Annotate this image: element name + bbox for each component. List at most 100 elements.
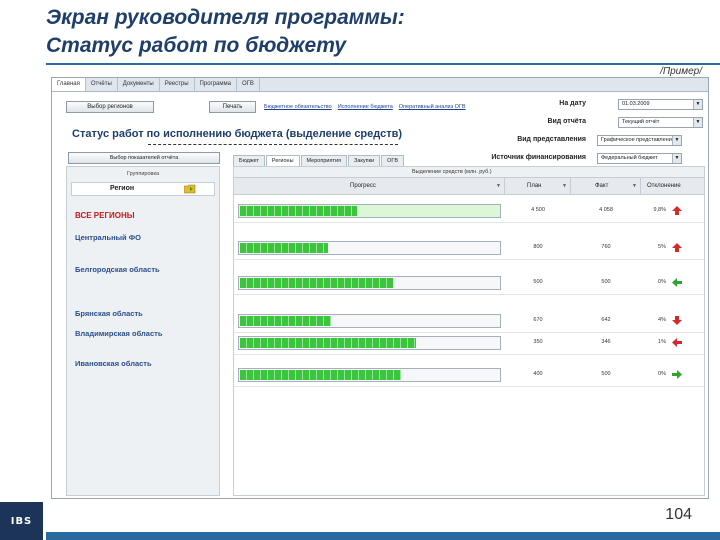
main-tab-bar: Главная Отчёты Документы Реестры Программа ОГ… [52,78,708,92]
table-row[interactable]: 800 760 5% [234,236,704,260]
budget-grid: Выделение средств (млн. руб.) Прогресс ▼ … [233,166,705,496]
plan-value: 4 500 [531,207,545,213]
fact-value: 500 [601,371,611,377]
region-column-header: Регион [71,182,215,196]
chevron-down-icon: ▼ [672,154,681,163]
main-tab[interactable]: ОГВ [237,78,260,91]
chevron-down-icon: ▼ [693,118,702,127]
trend-down-arrow-icon [672,316,682,325]
progress-bar-fill [240,338,416,348]
deviation-value: 0% [658,279,666,285]
fact-value: 760 [601,244,611,250]
example-note: /Пример/ [660,66,702,77]
chevron-down-icon: ▼ [496,183,501,189]
progress-bar [238,336,501,350]
chevron-down-icon: ▼ [632,183,637,189]
table-row[interactable]: 400 500 0% [234,363,704,387]
deviation-value: 1% [658,339,666,345]
table-row[interactable]: 4 500 4 058 9,8% [234,199,704,223]
report-subtab[interactable]: Бюджет [233,155,265,166]
progress-bar [238,368,501,382]
quick-links: Бюджетное обязательство Исполнение бюджет… [264,104,472,110]
select-regions-button[interactable]: Выбор регионов [66,101,154,113]
region-item[interactable]: Владимирская область [75,329,215,339]
footer-rule [46,532,720,540]
ibs-logo: IBS [0,502,43,540]
grid-caption: Выделение средств (млн. руб.) [234,167,704,178]
plan-value: 670 [533,317,543,323]
main-tab[interactable]: Реестры [160,78,195,91]
filter-label-funding-source: Источник финансирования [491,154,586,161]
app-window: Главная Отчёты Документы Реестры Программа ОГ… [51,77,709,499]
fact-value: 346 [601,339,611,345]
plan-value: 350 [533,339,543,345]
filter-select-view[interactable]: Графическое представление ▼ [597,135,682,146]
region-item[interactable]: Брянская область [75,309,215,319]
regions-panel: Группировка Регион ВСЕ РЕГИОНЫ Центральны… [66,166,220,496]
main-tab[interactable]: Главная [52,78,86,91]
report-subtab[interactable]: Регионы [265,155,300,166]
column-header-progress[interactable]: Прогресс ▼ [234,178,505,195]
folder-icon[interactable] [184,184,196,194]
progress-bar-fill [240,278,393,288]
filter-select-report-type[interactable]: Текущий отчёт ▼ [618,117,703,128]
slide-title-line1: Экран руководителя программы: [46,6,405,29]
deviation-value: 0% [658,371,666,377]
main-tab[interactable]: Отчёты [86,78,118,91]
page-number: 104 [665,506,692,523]
region-item[interactable]: Центральный ФО [75,233,215,243]
trend-left-arrow-icon [672,278,682,287]
trend-left-arrow-icon [672,338,682,347]
report-subtabs: Бюджет Регионы Мероприятия Закупки ОГВ [233,155,405,166]
deviation-value: 5% [658,244,666,250]
quick-link[interactable]: Исполнение бюджета [338,104,393,110]
report-subtab[interactable]: ОГВ [381,155,405,166]
column-header-deviation[interactable]: Отклонение [641,178,706,195]
plan-value: 800 [533,244,543,250]
trend-right-arrow-icon [672,370,682,379]
region-column-label: Регион [110,185,135,192]
chevron-down-icon: ▼ [693,100,702,109]
filter-select-date[interactable]: 01.03.2009 ▼ [618,99,703,110]
report-subtab[interactable]: Мероприятия [300,155,348,166]
progress-bar-fill [240,243,328,253]
main-tab[interactable]: Программа [195,78,237,91]
heading-divider [148,144,398,145]
fact-value: 642 [601,317,611,323]
print-button[interactable]: Печать [209,101,256,113]
report-title: Статус работ по исполнению бюджета (выде… [72,128,403,140]
table-row[interactable]: 350 346 1% [234,331,704,355]
report-subtab[interactable]: Закупки [348,155,381,166]
progress-bar [238,314,501,328]
region-item[interactable]: Ивановская область [75,359,215,369]
progress-bar-fill [240,206,357,216]
chevron-down-icon: ▼ [672,136,681,145]
progress-bar [238,204,501,218]
grid-header-row: Прогресс ▼ План ▼ Факт ▼ Отклонение [234,178,704,195]
slide-title: Экран руководителя программы: Статус раб… [46,4,686,60]
grouping-label: Группировка [126,171,160,177]
region-item[interactable]: ВСЕ РЕГИОНЫ [75,211,215,221]
quick-link[interactable]: Бюджетное обязательство [264,104,332,110]
report-indicators-button[interactable]: Выбор показателей отчёта [68,152,220,164]
progress-bar [238,276,501,290]
fact-value: 500 [601,279,611,285]
filter-select-funding-source[interactable]: Федеральный бюджет ▼ [597,153,682,164]
table-row[interactable]: 670 642 4% [234,309,704,333]
region-item[interactable]: Белгородская область [75,265,215,275]
progress-bar [238,241,501,255]
quick-link[interactable]: Оперативный анализ ОГВ [399,104,466,110]
column-header-plan[interactable]: План ▼ [505,178,571,195]
deviation-value: 9,8% [653,207,666,213]
table-row[interactable]: 500 500 0% [234,271,704,295]
slide-title-line2: Статус работ по бюджету [46,34,347,57]
title-divider [46,63,720,65]
column-header-fact[interactable]: Факт ▼ [571,178,641,195]
progress-bar-fill [240,316,331,326]
main-tab[interactable]: Документы [118,78,160,91]
filter-label-view: Вид представления [517,136,586,143]
filter-label-report-type: Вид отчёта [547,118,586,125]
plan-value: 400 [533,371,543,377]
plan-value: 500 [533,279,543,285]
deviation-value: 4% [658,317,666,323]
